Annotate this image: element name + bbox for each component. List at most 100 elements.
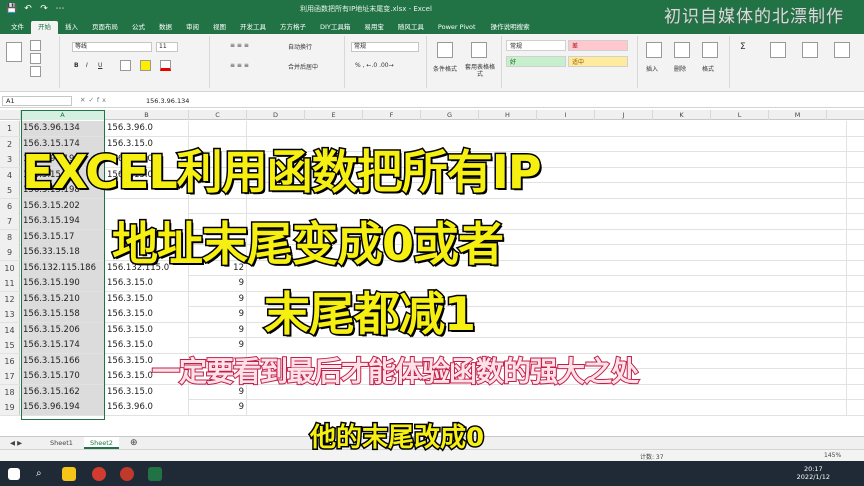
row-number[interactable]: 8 <box>0 229 20 245</box>
border-icon[interactable] <box>120 60 131 71</box>
style-normal[interactable]: 常规 <box>506 40 566 51</box>
row-number[interactable]: 3 <box>0 152 20 167</box>
cell-a[interactable]: 156.3.96.194 <box>21 400 105 415</box>
copy-icon[interactable] <box>30 53 41 64</box>
cell-c[interactable]: 9 <box>189 291 247 307</box>
row-number[interactable]: 16 <box>0 353 20 369</box>
formula-input[interactable]: 156.3.96.134 <box>146 97 189 105</box>
sheet-nav-icon[interactable]: ◀ ▶ <box>4 437 28 449</box>
tab-5[interactable]: 数据 <box>152 21 179 34</box>
file-explorer-icon[interactable] <box>62 467 76 481</box>
format-painter-icon[interactable] <box>30 66 41 77</box>
fill-color-icon[interactable] <box>140 60 151 71</box>
fx-icon[interactable]: ✕✓fx <box>80 96 109 104</box>
clock[interactable]: 20:17 2022/1/12 <box>797 465 830 481</box>
autosum-icon[interactable]: Σ <box>740 42 746 52</box>
row-number[interactable]: 1 <box>0 121 20 136</box>
sheet-tab-1[interactable]: Sheet1 <box>44 437 79 449</box>
delete-button[interactable]: 删除 <box>674 64 686 73</box>
cell-a[interactable]: 156.3.15.17 <box>21 229 105 245</box>
column-header-e[interactable]: E <box>305 110 363 120</box>
table-format-label[interactable]: 套用表格格式 <box>463 64 497 78</box>
row-number[interactable]: 2 <box>0 136 20 152</box>
cell-b[interactable]: 156.3.15.0 <box>105 307 189 322</box>
cell-a[interactable]: 156.132.115.186 <box>21 260 105 276</box>
save-to-cloud-icon[interactable] <box>834 42 850 58</box>
cell-d[interactable] <box>247 121 847 136</box>
tab-6[interactable]: 审阅 <box>179 21 206 34</box>
tab-0[interactable]: 文件 <box>4 21 31 34</box>
row-number[interactable]: 18 <box>0 384 20 400</box>
excel-taskbar-icon[interactable] <box>148 467 162 481</box>
cell-b[interactable]: 156.3.96.0 <box>105 400 189 415</box>
cell-d[interactable] <box>247 400 847 415</box>
align-left-icon[interactable]: ≡ ≡ ≡ <box>230 62 249 69</box>
row-number[interactable]: 5 <box>0 183 20 198</box>
cell-a[interactable]: 156.3.15.190 <box>21 276 105 291</box>
add-sheet-icon[interactable]: ⊕ <box>124 437 144 449</box>
cell-c[interactable]: 9 <box>189 276 247 291</box>
column-header-b[interactable]: B <box>105 110 189 120</box>
tab-1[interactable]: 开始 <box>31 21 58 34</box>
column-header-c[interactable]: C <box>189 110 247 120</box>
search-icon[interactable]: ⌕ <box>36 467 50 481</box>
row-number[interactable]: 15 <box>0 338 20 353</box>
tab-13[interactable]: Power Pivot <box>431 21 483 34</box>
select-all-corner[interactable] <box>0 110 21 120</box>
align-top-icon[interactable]: ≡ ≡ ≡ <box>230 42 249 49</box>
zoom-level[interactable]: 145% <box>824 452 841 459</box>
italic-button[interactable]: I <box>86 62 88 69</box>
row-number[interactable]: 11 <box>0 276 20 291</box>
column-header-a[interactable]: A <box>21 110 105 120</box>
tab-2[interactable]: 插入 <box>58 21 85 34</box>
column-header-l[interactable]: L <box>711 110 769 120</box>
tab-11[interactable]: 易用宝 <box>357 21 391 34</box>
tab-10[interactable]: DIY工具箱 <box>313 21 357 34</box>
row-number[interactable]: 17 <box>0 369 20 384</box>
row-number[interactable]: 10 <box>0 260 20 276</box>
cell-c[interactable]: 9 <box>189 322 247 338</box>
style-good[interactable]: 好 <box>506 56 566 67</box>
insert-icon[interactable] <box>646 42 662 58</box>
merge-center-button[interactable]: 合并后居中 <box>288 62 318 71</box>
tab-9[interactable]: 方方格子 <box>273 21 313 34</box>
row-number[interactable]: 13 <box>0 307 20 322</box>
column-header-h[interactable]: H <box>479 110 537 120</box>
tab-3[interactable]: 页面布局 <box>85 21 125 34</box>
cell-b[interactable]: 156.3.15.0 <box>105 291 189 307</box>
row-number[interactable]: 7 <box>0 214 20 229</box>
cell-a[interactable]: 156.3.96.134 <box>21 121 105 136</box>
wrap-text-button[interactable]: 自动换行 <box>288 42 312 51</box>
tab-12[interactable]: 随风工具 <box>391 21 431 34</box>
font-name-select[interactable]: 等线 <box>72 42 152 52</box>
column-header-g[interactable]: G <box>421 110 479 120</box>
font-color-icon[interactable] <box>160 60 171 71</box>
row-number[interactable]: 12 <box>0 291 20 307</box>
paste-icon[interactable] <box>6 42 22 62</box>
cell-b[interactable]: 156.3.15.0 <box>105 276 189 291</box>
row-number[interactable]: 14 <box>0 322 20 338</box>
cell-a[interactable]: 156.3.15.174 <box>21 338 105 353</box>
tab-4[interactable]: 公式 <box>125 21 152 34</box>
find-select-icon[interactable] <box>802 42 818 58</box>
redo-icon[interactable]: ↷ <box>38 4 50 14</box>
name-box[interactable]: A1 <box>2 96 72 106</box>
row-number[interactable]: 19 <box>0 400 20 415</box>
insert-button[interactable]: 插入 <box>646 64 658 73</box>
column-header-d[interactable]: D <box>247 110 305 120</box>
column-header-j[interactable]: J <box>595 110 653 120</box>
windows-start-icon[interactable] <box>8 468 20 480</box>
cell-a[interactable]: 156.3.15.170 <box>21 369 105 384</box>
column-header-f[interactable]: F <box>363 110 421 120</box>
column-header-i[interactable]: I <box>537 110 595 120</box>
more-icon[interactable]: ⋯ <box>54 4 66 14</box>
cell-a[interactable]: 156.3.15.206 <box>21 322 105 338</box>
format-icon[interactable] <box>702 42 718 58</box>
style-neutral[interactable]: 适中 <box>568 56 628 67</box>
cell-a[interactable]: 156.3.15.158 <box>21 307 105 322</box>
table-format-icon[interactable] <box>471 42 487 58</box>
cell-a[interactable]: 156.3.15.210 <box>21 291 105 307</box>
tab-8[interactable]: 开发工具 <box>233 21 273 34</box>
sort-filter-icon[interactable] <box>770 42 786 58</box>
column-header-k[interactable]: K <box>653 110 711 120</box>
